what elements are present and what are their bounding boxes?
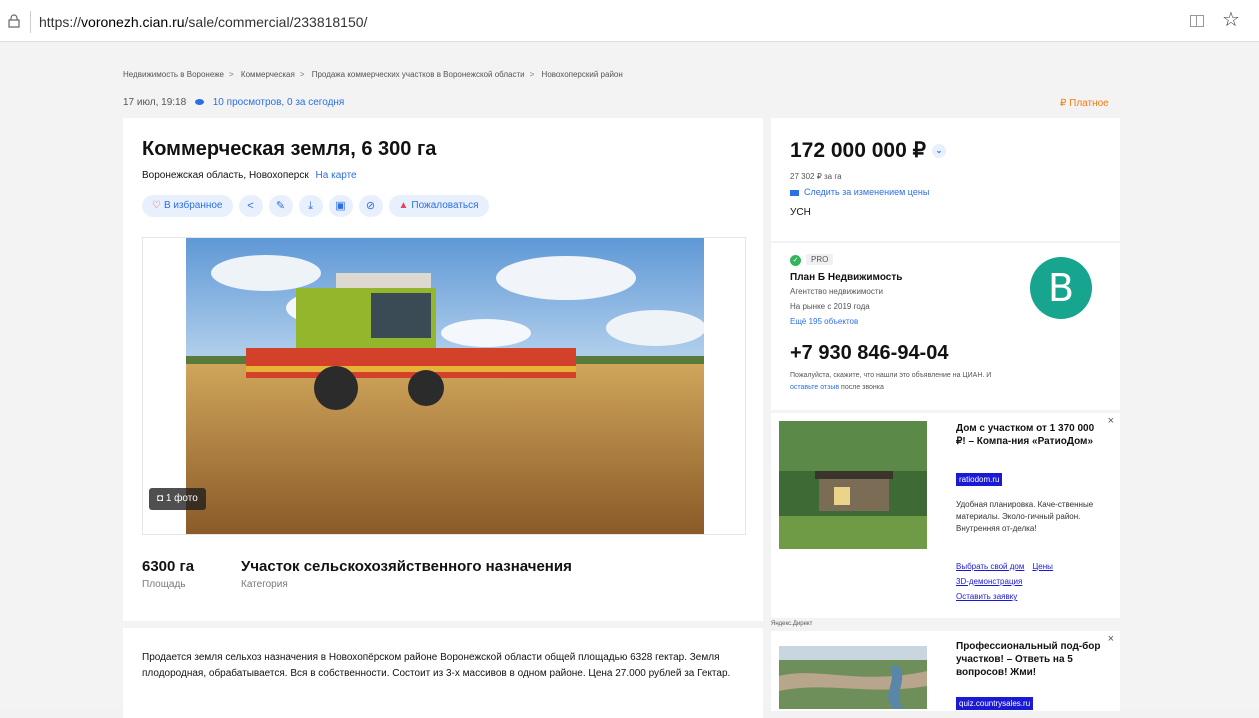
ad-title[interactable]: Профессиональный под-бор участков! – Отв… — [956, 640, 1106, 679]
agent-more-link[interactable]: Ещё 195 объектов — [790, 317, 858, 326]
photo-gallery[interactable]: ◘ 1 фото — [142, 237, 746, 535]
action-bar: ♡ В избранное < ✎ ⤓ ▣ ⊘ ▲ Пожаловаться — [142, 195, 489, 217]
ad-links: Выбрать свой дом Цены 3D-демонстрация Ост… — [956, 559, 1061, 604]
browser-bar: https://voronezh.cian.ru/sale/commercial… — [0, 0, 1259, 42]
paid-badge: ₽ Платное — [1060, 98, 1109, 109]
agent-logo[interactable]: B — [1030, 257, 1092, 319]
bookmark-star-icon[interactable]: ☆ — [1222, 9, 1240, 31]
category-value: Участок сельскохозяйственного назначения — [241, 558, 572, 575]
phone-number[interactable]: +7 930 846-94-04 — [790, 342, 948, 365]
description-card: Продается земля сельхоз назначения в Нов… — [123, 628, 763, 718]
area-value: 6300 га — [142, 558, 195, 575]
eye-icon — [194, 99, 204, 106]
favorite-label: В избранное — [163, 200, 223, 211]
print-icon: ▣ — [335, 200, 346, 212]
map-link[interactable]: На карте — [316, 170, 357, 181]
follow-price-label: Следить за изменением цены — [804, 187, 930, 197]
agent-since: На рынке с 2019 года — [790, 302, 870, 311]
warning-icon: ▲ — [398, 200, 409, 211]
tax-type: УСН — [790, 207, 811, 218]
complain-label: Пожаловаться — [411, 200, 479, 211]
address-bar[interactable]: https://voronezh.cian.ru/sale/commercial… — [30, 11, 1172, 33]
share-button[interactable]: < — [238, 195, 263, 217]
url-host: voronezh.cian.ru — [81, 14, 185, 30]
url-prefix: https:// — [39, 14, 82, 30]
price-card: 172 000 000 ₽ ⌄ 27 302 ₽ за га Следить за… — [771, 118, 1120, 241]
hide-eye-icon: ⊘ — [365, 200, 376, 212]
ad-image[interactable] — [779, 646, 927, 709]
pencil-icon: ✎ — [275, 200, 286, 212]
address-text: Воронежская область, Новохоперск — [142, 170, 309, 181]
listing-meta: 17 июл, 19:18 10 просмотров, 0 за сегодн… — [123, 97, 344, 108]
close-icon[interactable]: × — [1108, 415, 1114, 427]
listing-title: Коммерческая земля, 6 300 га — [142, 138, 437, 160]
reader-view-icon[interactable] — [1190, 15, 1204, 27]
url-path: /sale/commercial/233818150/ — [184, 14, 368, 30]
listing-address: Воронежская область, Новохоперск На карт… — [142, 170, 357, 181]
breadcrumb-item[interactable]: Новохоперский район — [542, 70, 623, 79]
price: 172 000 000 ₽ ⌄ — [790, 138, 946, 163]
agent-note: Пожалуйста, скажите, что нашли это объяв… — [790, 370, 1020, 394]
camera-icon: ◘ — [157, 493, 166, 504]
ad-body: Удобная планировка. Каче-ственные матери… — [956, 500, 1094, 533]
print-button[interactable]: ▣ — [328, 195, 353, 217]
edit-button[interactable]: ✎ — [268, 195, 293, 217]
leave-review-link[interactable]: оставьте отзыв — [790, 384, 839, 391]
agent-name[interactable]: План Б Недвижимость — [790, 272, 902, 283]
download-button[interactable]: ⤓ — [298, 195, 323, 217]
ad-link[interactable]: Цены — [1032, 562, 1053, 571]
category-label: Категория — [241, 579, 288, 590]
ad-image[interactable] — [779, 421, 927, 549]
download-icon: ⤓ — [308, 200, 313, 212]
price-value: 172 000 000 ₽ — [790, 139, 926, 162]
page: Недвижимость в Воронеже > Коммерческая > П… — [0, 43, 1259, 718]
price-per-ha: 27 302 ₽ за га — [790, 172, 842, 181]
ad-link[interactable]: Оставить заявку — [956, 592, 1017, 601]
hide-button[interactable]: ⊘ — [358, 195, 383, 217]
photo-count: 1 фото — [165, 493, 198, 504]
ad-domain[interactable]: quiz.countrysales.ru — [956, 697, 1034, 710]
breadcrumb-item[interactable]: Коммерческая — [241, 70, 295, 79]
close-icon[interactable]: × — [1108, 633, 1114, 645]
ad-domain[interactable]: ratiodom.ru — [956, 473, 1003, 486]
yandex-direct-label: Яндекс.Директ — [771, 621, 813, 627]
check-icon: ✓ — [790, 255, 801, 266]
note-text-end: после звонка — [839, 384, 884, 391]
listing-photo[interactable] — [186, 238, 704, 534]
ad-block[interactable]: × Дом с участком от 1 370 000 ₽! – Компа… — [771, 413, 1120, 618]
breadcrumb-item[interactable]: Продажа коммерческих участков в Воронежс… — [312, 70, 525, 79]
description-text: Продается земля сельхоз назначения в Нов… — [142, 652, 731, 679]
pro-badge: PRO — [806, 254, 834, 265]
complain-button[interactable]: ▲ Пожаловаться — [388, 195, 489, 217]
share-icon: < — [247, 200, 254, 212]
heart-icon: ♡ — [152, 200, 161, 211]
publish-date: 17 июл, 19:18 — [123, 97, 187, 108]
ad-block[interactable]: × Профессиональный под-бор участков! – О… — [771, 631, 1120, 711]
area-label: Площадь — [142, 579, 186, 590]
ad-link[interactable]: Выбрать свой дом — [956, 562, 1024, 571]
ad-link[interactable]: 3D-демонстрация — [956, 577, 1022, 586]
agent-type: Агентство недвижимости — [790, 287, 883, 296]
note-text: Пожалуйста, скажите, что нашли это объяв… — [790, 372, 992, 379]
agent-card: ✓ PRO План Б Недвижимость Агентство недв… — [771, 243, 1120, 410]
breadcrumb-item[interactable]: Недвижимость в Воронеже — [123, 70, 224, 79]
photo-count-badge[interactable]: ◘ 1 фото — [149, 488, 206, 510]
envelope-icon — [790, 189, 799, 196]
lock-icon — [8, 14, 20, 28]
listing-card: Коммерческая земля, 6 300 га Воронежская… — [123, 118, 763, 621]
follow-price-link[interactable]: Следить за изменением цены — [790, 187, 929, 197]
ad-title[interactable]: Дом с участком от 1 370 000 ₽! – Компа-н… — [956, 422, 1106, 448]
breadcrumb: Недвижимость в Воронеже > Коммерческая > П… — [123, 70, 623, 79]
favorite-button[interactable]: ♡ В избранное — [142, 195, 233, 217]
chevron-down-icon[interactable]: ⌄ — [931, 144, 946, 159]
views-link[interactable]: 10 просмотров, 0 за сегодня — [213, 97, 345, 108]
